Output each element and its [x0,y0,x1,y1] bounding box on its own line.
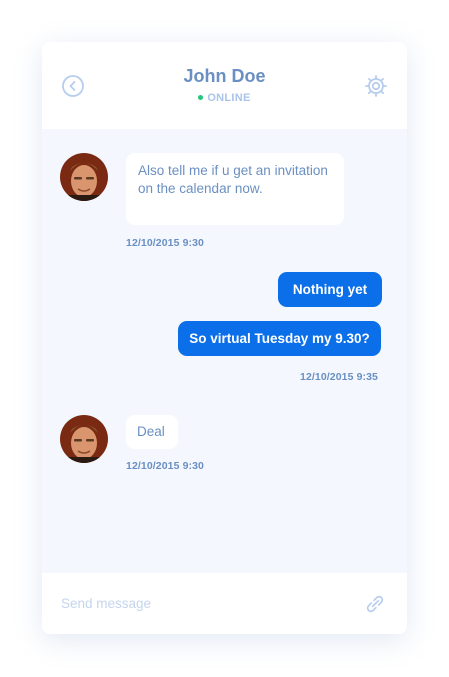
message-bubble-outgoing: Nothing yet [278,272,382,307]
paperclip-icon [366,595,384,613]
message-composer [42,573,407,634]
message-text: So virtual Tuesday my 9.30? [189,331,370,346]
message-input[interactable] [61,593,341,613]
contact-name: John Doe [183,66,266,86]
message-timestamp: 12/10/2015 9:30 [126,460,204,472]
status-indicator: ONLINE [42,92,407,104]
contact-avatar[interactable] [60,153,108,201]
gear-icon [365,75,387,97]
message-text: Deal [137,424,165,439]
avatar-image [60,153,108,201]
settings-button[interactable] [364,74,388,98]
message-timestamp: 12/10/2015 9:35 [300,371,378,383]
online-dot [198,94,204,100]
message-bubble-outgoing: So virtual Tuesday my 9.30? [178,321,381,356]
message-text: Nothing yet [292,282,368,297]
message-timestamp: 12/10/2015 9:30 [126,237,204,249]
chat-header: John Doe ONLINE [42,42,407,129]
attach-button[interactable] [364,593,386,615]
message-bubble-incoming: Also tell me if u get an invitation on t… [126,153,344,225]
avatar-image [60,415,108,463]
contact-avatar[interactable] [60,415,108,463]
message-bubble-incoming: Deal [126,415,178,449]
status-label: ONLINE [207,92,251,104]
message-text: Also tell me if u get an invitation on t… [138,163,328,196]
chat-window: John Doe ONLINE Also tell me if u get an… [42,42,407,634]
